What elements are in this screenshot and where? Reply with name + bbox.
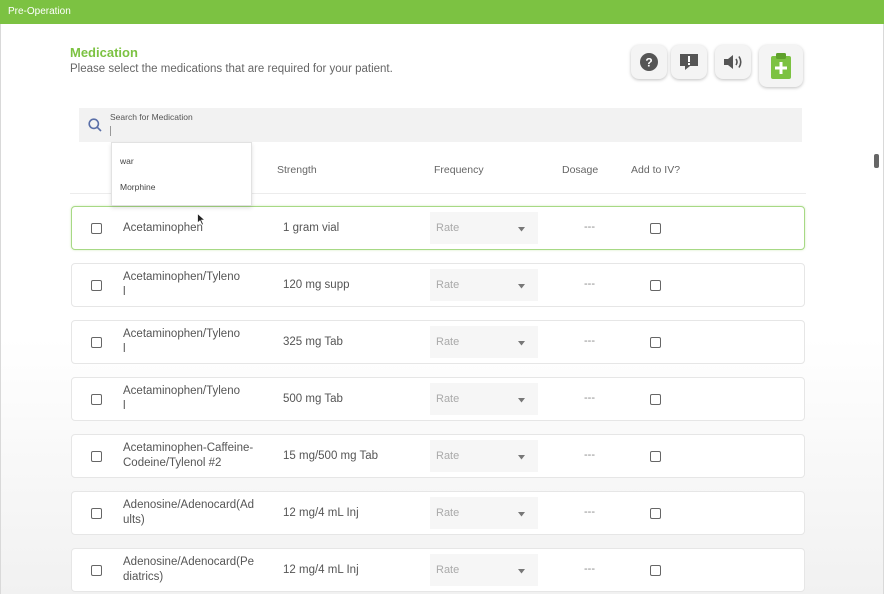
select-checkbox[interactable]	[91, 223, 102, 234]
frequency-value: Rate	[436, 450, 460, 462]
medication-row[interactable]: Acetaminophen/Tyleno l 120 mg supp Rate …	[71, 263, 805, 307]
column-header-strength: Strength	[277, 164, 317, 176]
select-checkbox[interactable]	[91, 565, 102, 576]
medication-name: Acetaminophen/Tyleno l	[123, 271, 240, 298]
frequency-value: Rate	[436, 507, 460, 519]
chevron-down-icon	[518, 398, 525, 403]
medication-name: Adenosine/Adenocard(Pe diatrics)	[123, 556, 255, 583]
frequency-select[interactable]: Rate	[430, 326, 538, 358]
medication-strength: 15 mg/500 mg Tab	[283, 450, 379, 462]
add-to-iv-checkbox[interactable]	[650, 223, 661, 234]
dosage-value: ---	[584, 506, 595, 518]
scrollbar-thumb[interactable]	[874, 154, 879, 168]
chevron-down-icon	[518, 455, 525, 460]
mouse-cursor-icon	[197, 213, 206, 226]
frequency-select[interactable]: Rate	[430, 554, 538, 586]
frequency-value: Rate	[436, 279, 460, 291]
add-to-iv-checkbox[interactable]	[650, 508, 661, 519]
feedback-icon	[680, 54, 698, 70]
medication-strength: 1 gram vial	[283, 222, 340, 234]
frequency-value: Rate	[436, 222, 460, 234]
search-placeholder: Search for Medication	[110, 112, 193, 122]
medication-row[interactable]: Adenosine/Adenocard(Ad ults) 12 mg/4 mL …	[71, 491, 805, 535]
suggestion-item[interactable]: war	[120, 156, 134, 166]
select-checkbox[interactable]	[91, 508, 102, 519]
add-to-iv-checkbox[interactable]	[650, 451, 661, 462]
medication-name: Acetaminophen/Tyleno l	[123, 385, 240, 412]
search-input[interactable]: Search for Medication	[79, 108, 802, 142]
search-icon	[88, 118, 102, 132]
column-header-dosage: Dosage	[562, 164, 599, 176]
dosage-value: ---	[584, 392, 595, 404]
frequency-select[interactable]: Rate	[430, 440, 538, 472]
frequency-select[interactable]: Rate	[430, 212, 538, 244]
frequency-select[interactable]: Rate	[430, 383, 538, 415]
add-to-iv-checkbox[interactable]	[650, 565, 661, 576]
dosage-value: ---	[584, 335, 595, 347]
medication-strength: 500 mg Tab	[283, 393, 343, 405]
column-header-add-to-iv: Add to IV?	[631, 164, 681, 176]
select-checkbox[interactable]	[91, 280, 102, 291]
suggestion-item[interactable]: Morphine	[120, 182, 155, 192]
medication-strength: 12 mg/4 mL Inj	[283, 564, 359, 576]
help-icon: ?	[640, 53, 658, 71]
frequency-value: Rate	[436, 393, 460, 405]
medication-row[interactable]: Acetaminophen/Tyleno l 500 mg Tab Rate -…	[71, 377, 805, 421]
medication-row[interactable]: Adenosine/Adenocard(Pe diatrics) 12 mg/4…	[71, 548, 805, 592]
page-top-bar: Pre-Operation	[0, 0, 884, 24]
frequency-value: Rate	[436, 564, 460, 576]
page-subtitle: Please select the medications that are r…	[70, 63, 393, 75]
medication-strength: 325 mg Tab	[283, 336, 343, 348]
speaker-icon	[724, 55, 742, 69]
dosage-value: ---	[584, 449, 595, 461]
add-to-iv-checkbox[interactable]	[650, 280, 661, 291]
select-checkbox[interactable]	[91, 337, 102, 348]
help-button[interactable]: ?	[631, 45, 667, 79]
medication-name: Acetaminophen-Caffeine- Codeine/Tylenol …	[123, 442, 254, 469]
medication-name: Acetaminophen/Tyleno l	[123, 328, 240, 355]
chevron-down-icon	[518, 341, 525, 346]
chevron-down-icon	[518, 284, 525, 289]
text-caret	[110, 126, 111, 136]
medication-row[interactable]: Acetaminophen 1 gram vial Rate ---	[71, 206, 805, 250]
add-to-iv-checkbox[interactable]	[650, 337, 661, 348]
dosage-value: ---	[584, 278, 595, 290]
svg-text:?: ?	[645, 56, 652, 70]
medication-row[interactable]: Acetaminophen/Tyleno l 325 mg Tab Rate -…	[71, 320, 805, 364]
frequency-value: Rate	[436, 336, 460, 348]
frequency-select[interactable]: Rate	[430, 497, 538, 529]
dosage-value: ---	[584, 563, 595, 575]
chevron-down-icon	[518, 512, 525, 517]
medication-strength: 12 mg/4 mL Inj	[283, 507, 359, 519]
feedback-button[interactable]	[671, 45, 707, 79]
add-clipboard-icon	[771, 53, 791, 79]
medication-name: Adenosine/Adenocard(Ad ults)	[123, 499, 255, 526]
frequency-select[interactable]: Rate	[430, 269, 538, 301]
page-title: Medication	[70, 45, 138, 60]
audio-button[interactable]	[715, 45, 751, 79]
medication-name: Acetaminophen	[123, 222, 203, 234]
select-checkbox[interactable]	[91, 451, 102, 462]
add-to-iv-checkbox[interactable]	[650, 394, 661, 405]
column-header-frequency: Frequency	[434, 164, 484, 176]
search-suggestions: war Morphine	[111, 142, 252, 206]
page-section-title: Pre-Operation	[8, 6, 71, 17]
medication-strength: 120 mg supp	[283, 279, 350, 291]
chevron-down-icon	[518, 227, 525, 232]
medication-row[interactable]: Acetaminophen-Caffeine- Codeine/Tylenol …	[71, 434, 805, 478]
add-medication-button[interactable]	[759, 45, 803, 87]
select-checkbox[interactable]	[91, 394, 102, 405]
dosage-value: ---	[584, 221, 595, 233]
chevron-down-icon	[518, 569, 525, 574]
